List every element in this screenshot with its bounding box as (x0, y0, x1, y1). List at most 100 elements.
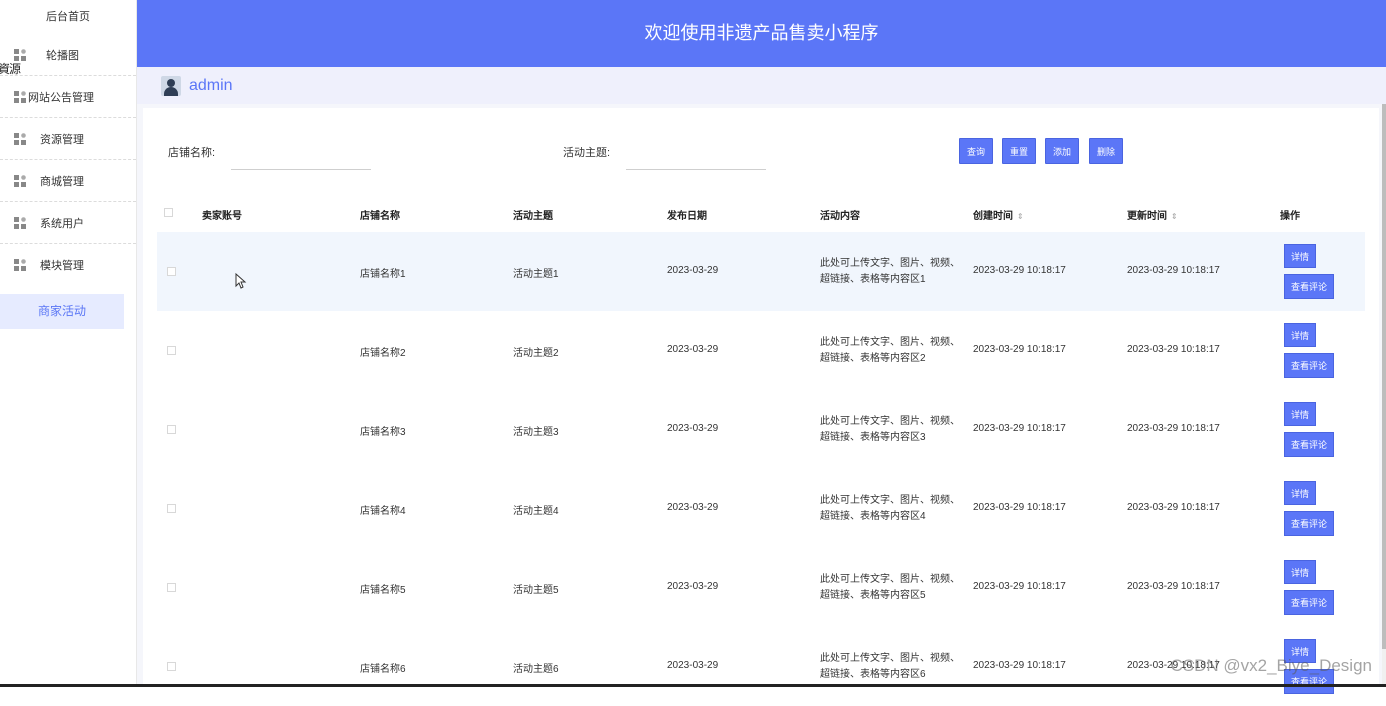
content-cell: 此处可上传文字、图片、视频、 超链接、表格等内容区5 (820, 572, 960, 604)
content-line-2: 超链接、表格等内容区5 (820, 590, 926, 601)
content-line-1: 此处可上传文字、图片、视频、 (820, 495, 960, 506)
topic-cell: 活动主题2 (513, 348, 559, 359)
user-bar: admin (137, 67, 1386, 104)
grid-icon (14, 259, 26, 271)
view-reviews-button[interactable]: 查看评论 (1284, 511, 1334, 536)
view-reviews-button[interactable]: 查看评论 (1284, 432, 1334, 457)
content-cell: 此处可上传文字、图片、视频、 超链接、表格等内容区3 (820, 414, 960, 446)
username[interactable]: admin (189, 77, 233, 95)
detail-button[interactable]: 详情 (1284, 323, 1316, 347)
grid-icon (14, 90, 26, 103)
table-row: 店铺名称3 活动主题3 2023-03-29 此处可上传文字、图片、视频、 超链接、表格… (157, 390, 1365, 469)
view-reviews-button[interactable]: 查看评论 (1284, 274, 1334, 299)
grid-icon (14, 174, 26, 187)
col-updated-time[interactable]: 更新时间 ⇕ (1127, 207, 1178, 222)
content-line-1: 此处可上传文字、图片、视频、 (820, 337, 960, 348)
col-seller-account: 卖家账号 (202, 211, 242, 222)
view-reviews-button[interactable]: 查看评论 (1284, 590, 1334, 615)
sort-icon[interactable]: ⇕ (1171, 212, 1178, 221)
detail-button[interactable]: 详情 (1284, 560, 1316, 584)
created-time-cell: 2023-03-29 10:18:17 (973, 502, 1066, 513)
content-line-1: 此处可上传文字、图片、视频、 (820, 416, 960, 427)
publish-date-cell: 2023-03-29 (667, 344, 719, 355)
shop-name-cell: 店铺名称1 (360, 269, 406, 280)
scrollbar-thumb[interactable] (1382, 104, 1386, 649)
table-body: 店铺名称1 活动主题1 2023-03-29 此处可上传文字、图片、视频、 超链接、表格… (157, 232, 1365, 706)
row-checkbox[interactable] (167, 583, 176, 592)
grid-icon (14, 132, 26, 145)
updated-time-cell: 2023-03-29 10:18:17 (1127, 423, 1220, 434)
sidebar-item-carousel[interactable]: 轮播图 (0, 34, 136, 76)
col-publish-date: 发布日期 (667, 211, 707, 222)
mouse-cursor-icon (235, 272, 247, 289)
created-time-cell: 2023-03-29 10:18:17 (973, 660, 1066, 671)
content-line-2: 超链接、表格等内容区2 (820, 353, 926, 364)
sidebar-item-announcements[interactable]: 网站公告管理 (0, 76, 136, 118)
row-checkbox[interactable] (167, 662, 176, 671)
add-button[interactable]: 添加 (1045, 138, 1080, 164)
updated-time-cell: 2023-03-29 10:18:17 (1127, 265, 1220, 276)
sidebar-item-resources[interactable]: 资源管理 (0, 118, 136, 160)
content-cell: 此处可上传文字、图片、视频、 超链接、表格等内容区1 (820, 256, 960, 288)
updated-time-cell: 2023-03-29 10:18:17 (1127, 581, 1220, 592)
topic-cell: 活动主题1 (513, 269, 559, 280)
col-content: 活动内容 (820, 211, 860, 222)
shop-name-cell: 店铺名称3 (360, 427, 406, 438)
created-time-cell: 2023-03-29 10:18:17 (973, 423, 1066, 434)
content-line-1: 此处可上传文字、图片、视频、 (820, 653, 960, 664)
content-line-2: 超链接、表格等内容区3 (820, 432, 926, 443)
content-card: 店铺名称: 活动主题: 查询 重置 添加 删除 卖家账号 店铺名称 活动主题 发… (143, 108, 1379, 694)
publish-date-cell: 2023-03-29 (667, 265, 719, 276)
shop-name-cell: 店铺名称4 (360, 506, 406, 517)
col-actions: 操作 (1280, 211, 1300, 222)
topic-cell: 活动主题4 (513, 506, 559, 517)
content-line-2: 超链接、表格等内容区6 (820, 669, 926, 680)
row-checkbox[interactable] (167, 504, 176, 513)
publish-date-cell: 2023-03-29 (667, 660, 719, 671)
created-time-cell: 2023-03-29 10:18:17 (973, 581, 1066, 592)
table-row: 店铺名称4 活动主题4 2023-03-29 此处可上传文字、图片、视频、 超链接、表格… (157, 469, 1365, 548)
table-row: 店铺名称5 活动主题5 2023-03-29 此处可上传文字、图片、视频、 超链接、表格… (157, 548, 1365, 627)
detail-button[interactable]: 详情 (1284, 481, 1316, 505)
sidebar-item-modules[interactable]: 模块管理 (0, 244, 136, 286)
sidebar-item-home[interactable]: 后台首页 (0, 0, 136, 34)
shop-name-input[interactable] (231, 148, 371, 170)
content-line-2: 超链接、表格等内容区1 (820, 274, 926, 285)
watermark: CSDN @vx2_Biye_Design (1170, 656, 1372, 675)
sidebar-item-label: 轮播图 (46, 49, 79, 62)
created-time-cell: 2023-03-29 10:18:17 (973, 265, 1066, 276)
main-area: 店铺名称: 活动主题: 查询 重置 添加 删除 卖家账号 店铺名称 活动主题 发… (137, 104, 1386, 694)
overlay-text: 資源 (0, 62, 21, 76)
scrollbar[interactable] (1382, 104, 1386, 687)
view-reviews-button[interactable]: 查看评论 (1284, 353, 1334, 378)
select-all-checkbox[interactable] (164, 208, 173, 217)
topic-input[interactable] (626, 148, 766, 170)
col-updated-label: 更新时间 (1127, 211, 1167, 222)
row-checkbox[interactable] (167, 425, 176, 434)
sort-icon[interactable]: ⇕ (1017, 212, 1024, 221)
content-cell: 此处可上传文字、图片、视频、 超链接、表格等内容区6 (820, 651, 960, 683)
col-created-label: 创建时间 (973, 211, 1013, 222)
row-checkbox[interactable] (167, 267, 176, 276)
shop-name-label: 店铺名称: (168, 147, 216, 159)
sidebar-item-label: 商城管理 (40, 175, 84, 188)
sidebar-item-label: 系统用户 (40, 217, 84, 230)
detail-button[interactable]: 详情 (1284, 244, 1316, 268)
reset-button[interactable]: 重置 (1002, 138, 1037, 164)
shop-name-cell: 店铺名称6 (360, 664, 406, 675)
sidebar-item-merchant-activity[interactable]: 商家活动 (0, 294, 124, 329)
delete-button[interactable]: 删除 (1089, 138, 1124, 164)
shop-name-cell: 店铺名称2 (360, 348, 406, 359)
search-bar: 店铺名称: 活动主题: 查询 重置 添加 删除 (143, 132, 1379, 170)
sidebar-item-label: 网站公告管理 (28, 91, 94, 104)
col-topic: 活动主题 (513, 211, 553, 222)
detail-button[interactable]: 详情 (1284, 402, 1316, 426)
col-created-time[interactable]: 创建时间 ⇕ (973, 207, 1024, 222)
avatar[interactable] (161, 75, 181, 96)
content-line-1: 此处可上传文字、图片、视频、 (820, 574, 960, 585)
sidebar-item-mall[interactable]: 商城管理 (0, 160, 136, 202)
row-checkbox[interactable] (167, 346, 176, 355)
sidebar-item-system-users[interactable]: 系统用户 (0, 202, 136, 244)
query-button[interactable]: 查询 (959, 138, 994, 164)
table-header: 卖家账号 店铺名称 活动主题 发布日期 活动内容 创建时间 ⇕ 更新时间 ⇕ 操作 (157, 194, 1365, 232)
